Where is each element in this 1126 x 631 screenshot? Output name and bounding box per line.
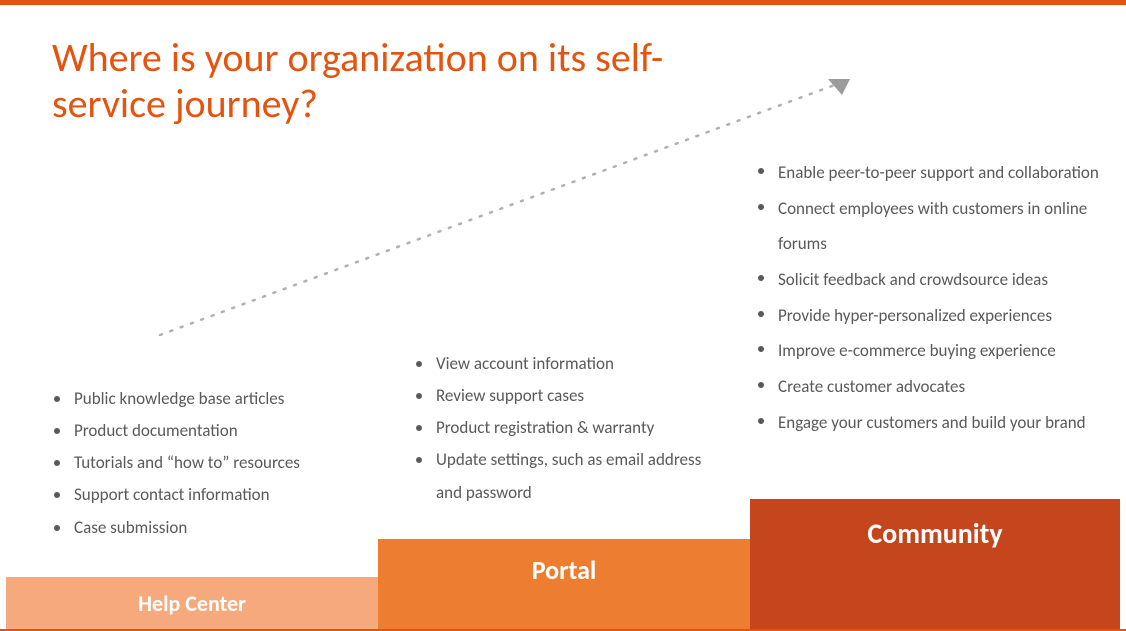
list-item: Update settings, such as email address a… — [410, 444, 730, 509]
list-item: Product registration & warranty — [410, 412, 730, 444]
column-community: Enable peer-to-peer support and collabor… — [752, 155, 1112, 441]
slide-title: Where is your organization on its self-s… — [52, 35, 752, 127]
list-item: Solicit feedback and crowdsource ideas — [752, 262, 1112, 298]
list-item: Improve e-commerce buying experience — [752, 333, 1112, 369]
step-community: Community — [750, 499, 1120, 629]
list-item: Engage your customers and build your bra… — [752, 405, 1112, 441]
slide: Where is your organization on its self-s… — [0, 0, 1126, 631]
list-item: Tutorials and “how to” resources — [48, 447, 378, 479]
list-item: Support contact information — [48, 479, 378, 511]
community-list: Enable peer-to-peer support and collabor… — [752, 155, 1112, 441]
step-portal: Portal — [378, 539, 750, 629]
portal-list: View account information Review support … — [410, 348, 730, 509]
step-help-center: Help Center — [6, 577, 378, 629]
list-item: Review support cases — [410, 380, 730, 412]
list-item: Case submission — [48, 512, 378, 544]
list-item: Enable peer-to-peer support and collabor… — [752, 155, 1112, 191]
help-center-list: Public knowledge base articles Product d… — [48, 383, 378, 544]
list-item: View account information — [410, 348, 730, 380]
list-item: Public knowledge base articles — [48, 383, 378, 415]
list-item: Create customer advocates — [752, 369, 1112, 405]
list-item: Product documentation — [48, 415, 378, 447]
list-item: Provide hyper-personalized experiences — [752, 298, 1112, 334]
list-item: Connect employees with customers in onli… — [752, 191, 1112, 262]
column-help-center: Public knowledge base articles Product d… — [48, 383, 378, 544]
column-portal: View account information Review support … — [410, 348, 730, 509]
